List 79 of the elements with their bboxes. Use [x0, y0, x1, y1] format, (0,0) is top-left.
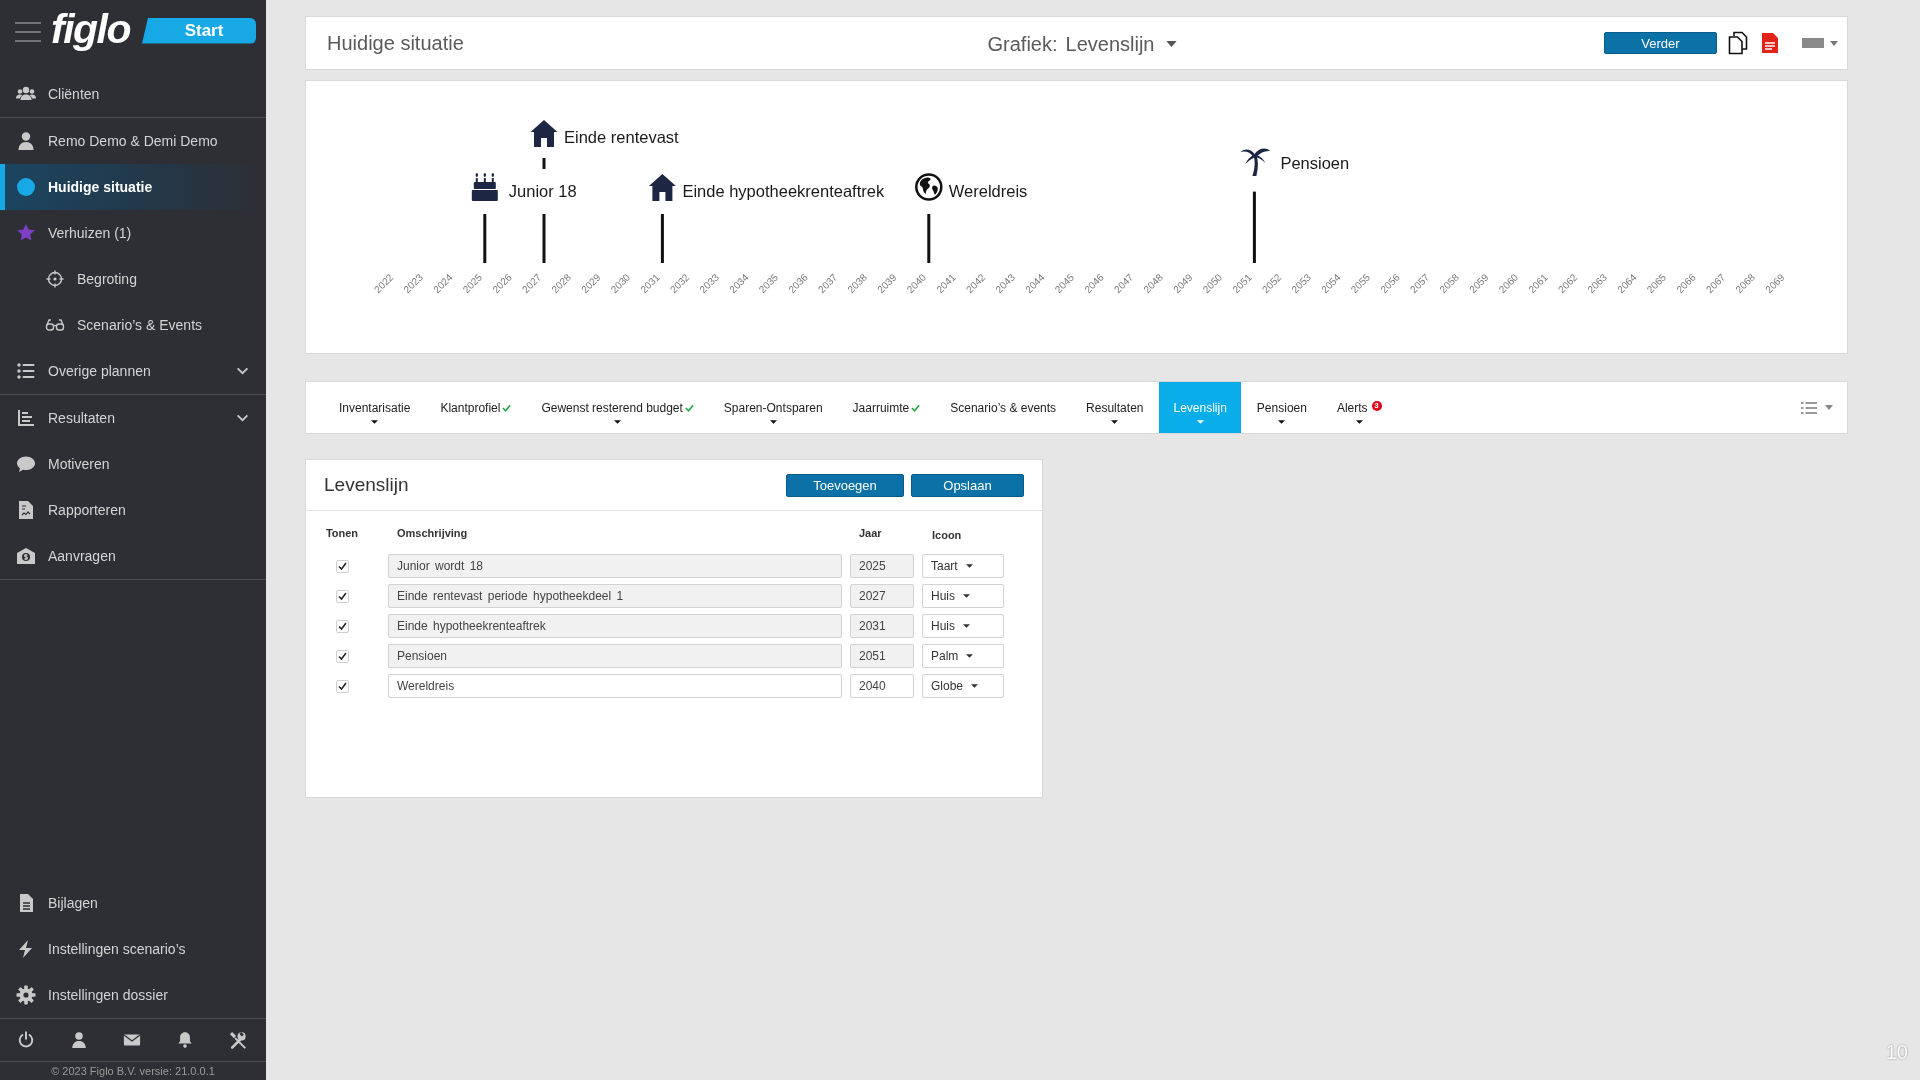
- palm-tree-icon: [1240, 148, 1271, 176]
- caret-icon: [1166, 41, 1178, 47]
- bell-icon[interactable]: [176, 1031, 194, 1049]
- next-button[interactable]: Verder: [1604, 32, 1717, 54]
- caret-icon: [963, 624, 970, 628]
- sidebar-item[interactable]: Begroting: [0, 256, 266, 302]
- sidebar-item[interactable]: Aanvragen: [0, 533, 266, 579]
- dot-icon: [16, 177, 36, 197]
- sidebar-item[interactable]: Remo Demo & Demi Demo: [0, 118, 266, 164]
- event-label: Einde rentevast: [564, 128, 679, 146]
- event-label: Junior 18: [508, 182, 577, 200]
- tools-icon[interactable]: [229, 1031, 247, 1049]
- house-icon: [648, 174, 676, 201]
- year-field[interactable]: 2040: [850, 674, 914, 698]
- view-menu-button[interactable]: [1802, 38, 1838, 48]
- tab[interactable]: Resultaten: [1072, 382, 1158, 433]
- caret-icon: [971, 684, 979, 688]
- bar-icon: [1802, 38, 1824, 48]
- checkbox[interactable]: [335, 679, 349, 693]
- copy-icon[interactable]: [1728, 31, 1748, 55]
- caret-icon: [963, 594, 970, 598]
- list-icon: [1801, 401, 1817, 414]
- copyright-text: © 2023 Figlo B.V. versie: 21.0.0.1: [50, 1064, 216, 1079]
- chart-dropdown[interactable]: Grafiek: Levenslijn: [987, 30, 1178, 56]
- tab[interactable]: Inventarisatie: [325, 382, 425, 433]
- tab[interactable]: Jaarruimte: [838, 382, 935, 433]
- caret-icon: [1830, 40, 1838, 46]
- speech-bubble-icon: [16, 454, 36, 474]
- event-label: Pensioen: [1280, 154, 1350, 172]
- tab[interactable]: Klantprofiel: [426, 382, 526, 433]
- tab[interactable]: Gewenst resterend budget: [527, 382, 708, 433]
- menu-icon[interactable]: [15, 21, 41, 42]
- event-label: Einde hypotheekrenteaftrek: [682, 182, 885, 200]
- sidebar-item[interactable]: Scenario’s & Events: [0, 302, 266, 348]
- panel-title: Levenslijn: [324, 474, 409, 496]
- caret-icon: [965, 564, 973, 568]
- description-field[interactable]: Wereldreis: [388, 674, 842, 698]
- count-badge: 3: [1371, 401, 1382, 411]
- person-icon: [16, 131, 36, 151]
- settings-icon: [16, 985, 36, 1005]
- column-header: Tonen: [324, 526, 360, 541]
- tab[interactable]: Alerts 3: [1322, 382, 1396, 433]
- sidebar-item[interactable]: Resultaten: [0, 395, 266, 441]
- sidebar-item[interactable]: Overige plannen: [0, 348, 266, 394]
- document-icon: [16, 500, 36, 520]
- list-icon: [16, 361, 36, 381]
- tab[interactable]: Scenario’s & events: [936, 382, 1071, 433]
- sidebar-item[interactable]: Verhuizen (1): [0, 210, 266, 256]
- event-label: Wereldreis: [948, 182, 1028, 200]
- dollar-envelope-icon: [16, 546, 36, 566]
- sidebar-item[interactable]: Bijlagen: [0, 880, 266, 926]
- sidebar-item[interactable]: Cliënten: [0, 71, 266, 117]
- star-icon: [16, 223, 36, 243]
- sidebar-item[interactable]: Rapporteren: [0, 487, 266, 533]
- sidebar-item[interactable]: Instellingen scenario’s: [0, 926, 266, 972]
- crosshair-icon: [45, 269, 65, 289]
- power-icon[interactable]: [17, 1031, 35, 1049]
- add-button[interactable]: Toevoegen: [786, 473, 904, 497]
- house-icon: [530, 120, 558, 147]
- logo-text: figlo: [51, 6, 131, 51]
- sidebar-item[interactable]: Instellingen dossier: [0, 972, 266, 1018]
- column-header: Icoon: [931, 528, 963, 543]
- cake-icon: [471, 173, 498, 201]
- bar-chart-icon: [16, 408, 36, 428]
- person-icon[interactable]: [70, 1031, 88, 1049]
- caret-icon: [1825, 405, 1833, 410]
- tab[interactable]: Pensioen: [1242, 382, 1321, 433]
- chevron-down-icon[interactable]: [236, 414, 249, 422]
- save-button[interactable]: Opslaan: [911, 473, 1024, 497]
- chevron-down-icon[interactable]: [236, 367, 249, 375]
- page-title: Huidige situatie: [327, 31, 464, 55]
- icon-dropdown[interactable]: Globe: [922, 674, 1004, 698]
- pdf-file-icon[interactable]: [1761, 32, 1779, 54]
- column-header: Jaar: [858, 526, 883, 541]
- column-header: Omschrijving: [396, 526, 469, 541]
- sidebar-item[interactable]: Motiveren: [0, 441, 266, 487]
- tab[interactable]: Sparen-Ontsparen: [709, 382, 837, 433]
- globe-icon: [915, 173, 943, 201]
- caret-icon: [966, 654, 974, 658]
